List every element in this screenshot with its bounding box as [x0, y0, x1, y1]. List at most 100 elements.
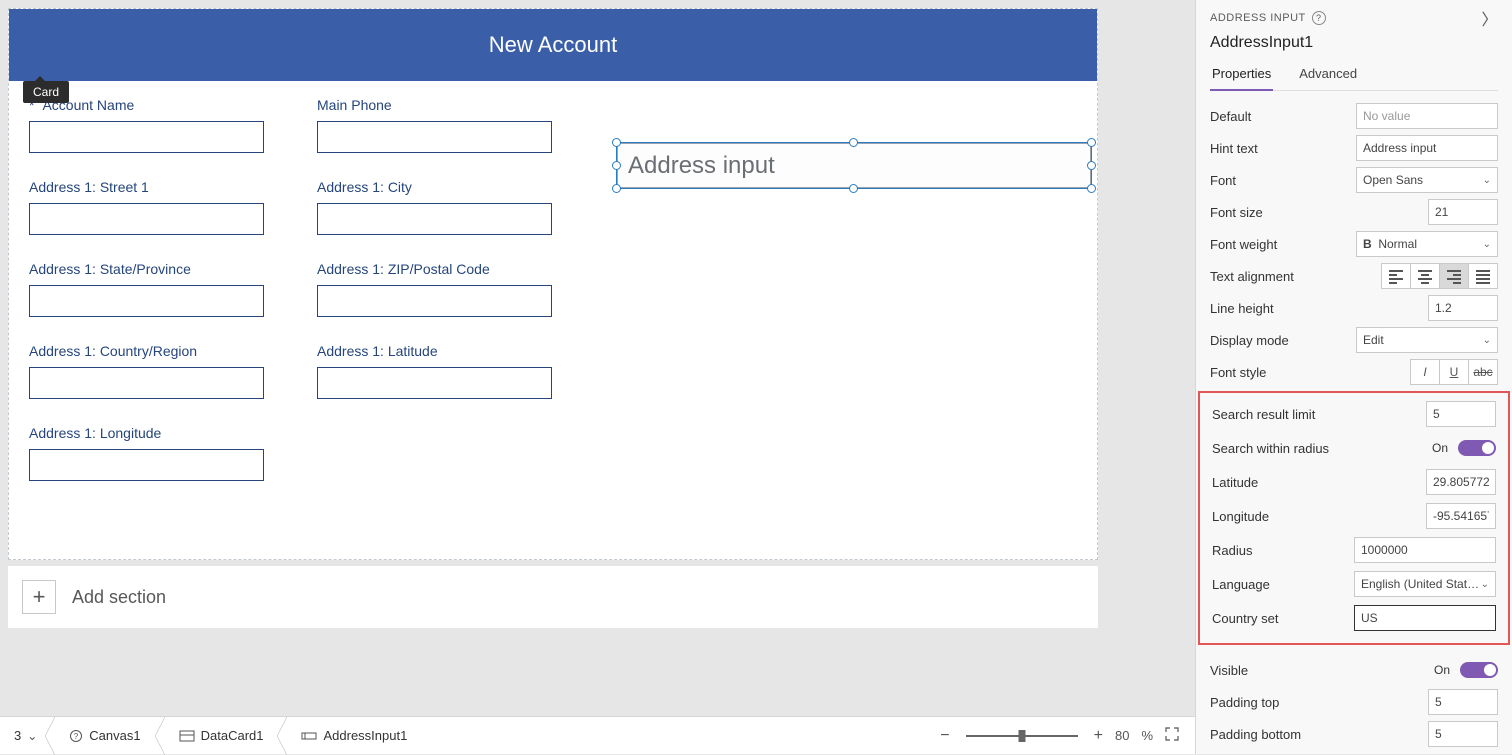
prop-font-select[interactable]: Open Sans⌄	[1356, 167, 1498, 193]
toggle-visible[interactable]	[1460, 662, 1498, 678]
prop-fontweight-select[interactable]: B Normal⌄	[1356, 231, 1498, 257]
address-input-placeholder[interactable]: Address input	[617, 143, 1091, 188]
underline-button[interactable]: U	[1439, 359, 1469, 385]
field-longitude[interactable]: Address 1: Longitude	[29, 425, 309, 481]
field-input[interactable]	[317, 203, 552, 235]
field-account-name[interactable]: *Account Name	[29, 97, 309, 153]
prop-default-input[interactable]	[1356, 103, 1498, 129]
field-country[interactable]: Address 1: Country/Region	[29, 343, 309, 399]
breadcrumb-datacard[interactable]: DataCard1	[165, 717, 278, 754]
prop-padbottom-label: Padding bottom	[1210, 727, 1426, 742]
chevron-down-icon: ⌄	[1481, 579, 1489, 590]
form-title: New Account	[9, 9, 1097, 81]
chevron-down-icon: ⌄	[1483, 239, 1491, 250]
highlighted-property-group: Search result limit Search within radius…	[1198, 391, 1510, 645]
field-street1[interactable]: Address 1: Street 1	[29, 179, 309, 235]
prop-longitude-input[interactable]	[1426, 503, 1496, 529]
prop-displaymode-select[interactable]: Edit⌄	[1356, 327, 1498, 353]
slider-thumb[interactable]	[1018, 730, 1025, 742]
field-label: Address 1: Street 1	[29, 179, 149, 195]
prop-searchradius-value: On	[1432, 441, 1448, 455]
field-mainphone[interactable]: Main Phone	[317, 97, 597, 153]
field-input[interactable]	[317, 367, 552, 399]
chevron-down-icon: ⌄	[1483, 175, 1491, 186]
chevron-down-icon: ⌄	[27, 729, 37, 743]
resize-handle-se[interactable]	[1087, 184, 1096, 193]
field-input[interactable]	[29, 285, 264, 317]
prop-radius-label: Radius	[1212, 543, 1354, 558]
field-input[interactable]	[29, 203, 264, 235]
breadcrumb-root[interactable]: 3 ⌄	[0, 717, 45, 754]
bottom-bar: 3 ⌄ ? Canvas1 DataCard1 AddressInput1 − …	[0, 716, 1195, 754]
toggle-search-within-radius[interactable]	[1458, 440, 1496, 456]
prop-radius-input[interactable]	[1354, 537, 1496, 563]
prop-searchlimit-input[interactable]	[1426, 401, 1496, 427]
input-icon	[301, 730, 317, 742]
chevron-right-icon[interactable]: 〉	[1481, 6, 1498, 30]
resize-handle-n[interactable]	[849, 138, 858, 147]
prop-lineheight-label: Line height	[1210, 301, 1426, 316]
zoom-out-button[interactable]: −	[940, 727, 949, 745]
chevron-down-icon: ⌄	[1483, 335, 1491, 346]
resize-handle-sw[interactable]	[612, 184, 621, 193]
resize-handle-w[interactable]	[612, 161, 621, 170]
prop-searchradius-label: Search within radius	[1212, 441, 1354, 456]
breadcrumb-canvas[interactable]: ? Canvas1	[55, 717, 154, 754]
prop-latitude-input[interactable]	[1426, 469, 1496, 495]
tab-properties[interactable]: Properties	[1210, 60, 1273, 91]
prop-language-value: English (United States)	[1361, 577, 1481, 591]
align-right-button[interactable]	[1439, 263, 1469, 289]
prop-countryset-input[interactable]	[1354, 605, 1496, 631]
field-label: Address 1: Country/Region	[29, 343, 197, 359]
strikethrough-button[interactable]: abc	[1468, 359, 1498, 385]
prop-lineheight-input[interactable]	[1428, 295, 1498, 321]
prop-fontsize-input[interactable]	[1428, 199, 1498, 225]
form-card[interactable]: New Account Card *Account Name Address 1…	[8, 8, 1098, 560]
card-icon	[179, 730, 195, 742]
field-latitude[interactable]: Address 1: Latitude	[317, 343, 597, 399]
field-state[interactable]: Address 1: State/Province	[29, 261, 309, 317]
resize-handle-e[interactable]	[1087, 161, 1096, 170]
prop-font-label: Font	[1210, 173, 1356, 188]
field-label: Address 1: State/Province	[29, 261, 191, 277]
prop-padbottom-input[interactable]	[1428, 721, 1498, 747]
field-zip[interactable]: Address 1: ZIP/Postal Code	[317, 261, 597, 317]
add-section-button[interactable]: + Add section	[8, 566, 1098, 628]
plus-icon: +	[22, 580, 56, 614]
fullscreen-icon[interactable]	[1165, 727, 1179, 744]
prop-language-select[interactable]: English (United States)⌄	[1354, 571, 1496, 597]
field-city[interactable]: Address 1: City	[317, 179, 597, 235]
prop-padtop-input[interactable]	[1428, 689, 1498, 715]
field-input[interactable]	[29, 367, 264, 399]
prop-fontsize-label: Font size	[1210, 205, 1426, 220]
help-icon[interactable]: ?	[1312, 11, 1326, 25]
form-column-1: *Account Name Address 1: Street 1 Addres…	[29, 97, 309, 507]
prop-hint-input[interactable]	[1356, 135, 1498, 161]
field-label: Address 1: ZIP/Postal Code	[317, 261, 490, 277]
field-label: Main Phone	[317, 97, 392, 113]
tab-advanced[interactable]: Advanced	[1297, 60, 1359, 90]
field-input[interactable]	[29, 121, 264, 153]
field-input[interactable]	[29, 449, 264, 481]
address-input-control[interactable]: Address input	[617, 143, 1091, 188]
prop-latitude-label: Latitude	[1212, 475, 1424, 490]
resize-handle-s[interactable]	[849, 184, 858, 193]
resize-handle-nw[interactable]	[612, 138, 621, 147]
prop-longitude-label: Longitude	[1212, 509, 1424, 524]
field-input[interactable]	[317, 285, 552, 317]
zoom-slider[interactable]	[962, 735, 1082, 737]
italic-button[interactable]: I	[1410, 359, 1440, 385]
prop-textalign-label: Text alignment	[1210, 269, 1356, 284]
zoom-in-button[interactable]: +	[1094, 727, 1103, 745]
align-justify-button[interactable]	[1468, 263, 1498, 289]
field-input[interactable]	[317, 121, 552, 153]
align-center-button[interactable]	[1410, 263, 1440, 289]
align-left-button[interactable]	[1381, 263, 1411, 289]
resize-handle-ne[interactable]	[1087, 138, 1096, 147]
prop-padtop-label: Padding top	[1210, 695, 1426, 710]
breadcrumb-addressinput[interactable]: AddressInput1	[287, 717, 421, 754]
panel-type-label: ADDRESS INPUT	[1210, 12, 1306, 24]
breadcrumb-label: DataCard1	[201, 728, 264, 743]
prop-language-label: Language	[1212, 577, 1354, 592]
prop-hint-label: Hint text	[1210, 141, 1356, 156]
